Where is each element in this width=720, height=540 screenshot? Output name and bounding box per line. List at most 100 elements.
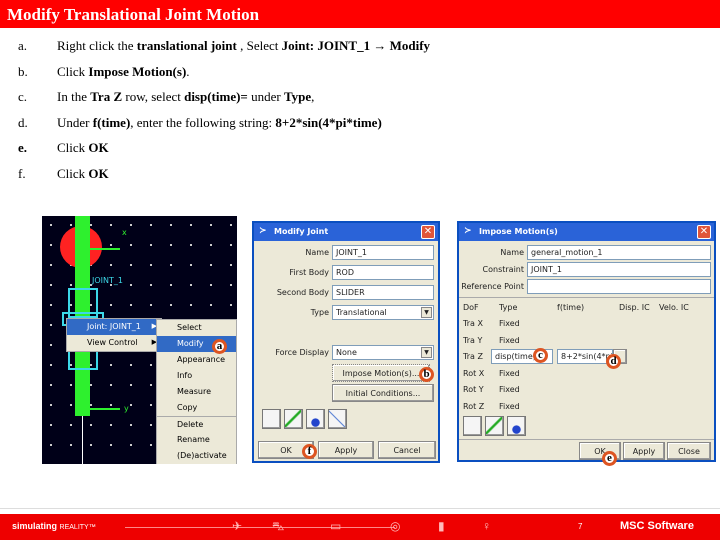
type-value: Translational bbox=[336, 308, 387, 317]
submenu-item-copy[interactable]: Copy bbox=[157, 400, 236, 416]
axis-label-x: x bbox=[122, 228, 127, 237]
grid-dot bbox=[150, 424, 152, 426]
grid-dot bbox=[210, 264, 212, 266]
instruction-list: a. Right click the translational joint , … bbox=[18, 38, 430, 191]
type-value[interactable]: Fixed bbox=[499, 402, 520, 411]
grid-dot bbox=[50, 384, 52, 386]
joint-primitive-icon[interactable] bbox=[306, 409, 325, 429]
submenu-item-delete[interactable]: Delete bbox=[157, 416, 236, 432]
grid-dot bbox=[190, 304, 192, 306]
callout-a: a bbox=[212, 339, 227, 354]
submenu-item-select[interactable]: Select bbox=[157, 320, 236, 336]
reference-point-label: Reference Point bbox=[461, 282, 524, 291]
footer-brand: simulating REALITY™ bbox=[12, 521, 96, 531]
joint-primitive-icon[interactable] bbox=[507, 416, 526, 436]
constraint-field[interactable]: JOINT_1 bbox=[527, 262, 711, 277]
menu-item-joint[interactable]: Joint: JOINT_1 ▶ bbox=[67, 319, 161, 335]
grid-dot bbox=[150, 304, 152, 306]
disc-icon: ◎ bbox=[390, 519, 401, 533]
instruction-step: a. Right click the translational joint , … bbox=[18, 38, 430, 64]
grid-dot bbox=[130, 224, 132, 226]
impose-motion-button[interactable]: Impose Motion(s)... bbox=[332, 364, 430, 382]
close-button[interactable]: ✕ bbox=[697, 225, 711, 239]
instruction-step: e. Click OK bbox=[18, 140, 430, 166]
first-body-field[interactable]: ROD bbox=[332, 265, 434, 280]
grid-dot bbox=[110, 444, 112, 446]
dialog-titlebar: ≻ Modify Joint ✕ bbox=[254, 223, 438, 241]
submenu-item-rename[interactable]: Rename bbox=[157, 432, 236, 448]
instruction-step: b. Click Impose Motion(s). bbox=[18, 64, 430, 90]
type-value[interactable]: Fixed bbox=[499, 319, 520, 328]
chevron-down-icon: ▼ bbox=[421, 307, 432, 318]
grid-dot bbox=[110, 364, 112, 366]
submenu-item-info[interactable]: Info bbox=[157, 368, 236, 384]
grid-dot bbox=[190, 264, 192, 266]
type-select[interactable]: Translational ▼ bbox=[332, 305, 434, 320]
apply-button[interactable]: Apply bbox=[623, 442, 665, 460]
edit-note-icon[interactable] bbox=[262, 409, 281, 429]
first-body-label: First Body bbox=[289, 268, 329, 277]
grid-dot bbox=[50, 424, 52, 426]
motion-name-field[interactable]: general_motion_1 bbox=[527, 245, 711, 260]
edit-note-icon[interactable] bbox=[463, 416, 482, 436]
force-icon[interactable] bbox=[328, 409, 347, 429]
menu-item-label: View Control bbox=[87, 338, 138, 347]
force-display-label: Force Display bbox=[275, 348, 329, 357]
callout-c: c bbox=[533, 348, 548, 363]
joint-label: JOINT_1 bbox=[92, 276, 123, 285]
divider bbox=[459, 297, 714, 298]
ftime-field[interactable]: 8+2*sin(4*pi*time) bbox=[557, 349, 613, 364]
callout-e: e bbox=[602, 451, 617, 466]
grid-dot bbox=[170, 304, 172, 306]
step-label: b. bbox=[18, 63, 28, 79]
grid-dot bbox=[130, 424, 132, 426]
submenu-item-appearance[interactable]: Appearance bbox=[157, 352, 236, 368]
instruction-step: d. Under f(time), enter the following str… bbox=[18, 115, 430, 141]
cancel-button[interactable]: Cancel bbox=[378, 441, 436, 459]
dialog-title: Impose Motion(s) bbox=[479, 227, 558, 236]
adams-icon: ≻ bbox=[464, 226, 472, 236]
train-icon: ▭ bbox=[330, 519, 342, 533]
step-label: d. bbox=[18, 114, 28, 130]
model-viewport[interactable]: x JOINT_1 y Joint: JOINT_1 ▶ View Control… bbox=[42, 216, 237, 464]
grid-dot bbox=[90, 444, 92, 446]
menu-item-view-control[interactable]: View Control ▶ bbox=[67, 335, 161, 351]
grid-dot bbox=[110, 424, 112, 426]
type-value[interactable]: Fixed bbox=[499, 336, 520, 345]
close-dialog-button[interactable]: Close bbox=[667, 442, 711, 460]
grid-dot bbox=[190, 224, 192, 226]
grid-dot bbox=[150, 264, 152, 266]
grid-dot bbox=[210, 244, 212, 246]
grid-dot bbox=[210, 304, 212, 306]
grid-dot bbox=[230, 284, 232, 286]
grid-dot bbox=[150, 224, 152, 226]
type-value[interactable]: Fixed bbox=[499, 385, 520, 394]
second-body-field[interactable]: SLIDER bbox=[332, 285, 434, 300]
column-header: Disp. IC bbox=[619, 303, 650, 312]
grid-dot bbox=[230, 224, 232, 226]
reference-point-field[interactable] bbox=[527, 279, 711, 294]
force-display-select[interactable]: None ▼ bbox=[332, 345, 434, 360]
name-field[interactable]: JOINT_1 bbox=[332, 245, 434, 260]
coordinate-axes-icon[interactable] bbox=[485, 416, 504, 436]
submenu-item-measure[interactable]: Measure bbox=[157, 384, 236, 400]
submenu-item-deactivate[interactable]: (De)activate bbox=[157, 448, 236, 464]
force-display-row: Force Display None ▼ bbox=[254, 345, 434, 360]
apply-button[interactable]: Apply bbox=[318, 441, 374, 459]
initial-conditions-button[interactable]: Initial Conditions... bbox=[332, 384, 434, 402]
car-icon: ⛍ bbox=[272, 519, 285, 533]
step-text: Click Impose Motion(s). bbox=[57, 63, 190, 79]
constraint-label: Constraint bbox=[482, 265, 524, 274]
instruction-step: c. In the Tra Z row, select disp(time)= u… bbox=[18, 89, 430, 115]
coordinate-axes-icon[interactable] bbox=[284, 409, 303, 429]
grid-dot bbox=[50, 344, 52, 346]
grid-dot bbox=[130, 364, 132, 366]
motion-name-row: Name general_motion_1 bbox=[459, 245, 711, 260]
ground-line bbox=[82, 416, 83, 464]
type-value[interactable]: Fixed bbox=[499, 369, 520, 378]
close-button[interactable]: ✕ bbox=[421, 225, 435, 239]
grid-dot bbox=[170, 224, 172, 226]
step-text: Under f(time), enter the following strin… bbox=[57, 114, 382, 130]
name-label: Name bbox=[305, 248, 329, 257]
adams-icon: ≻ bbox=[259, 226, 267, 236]
